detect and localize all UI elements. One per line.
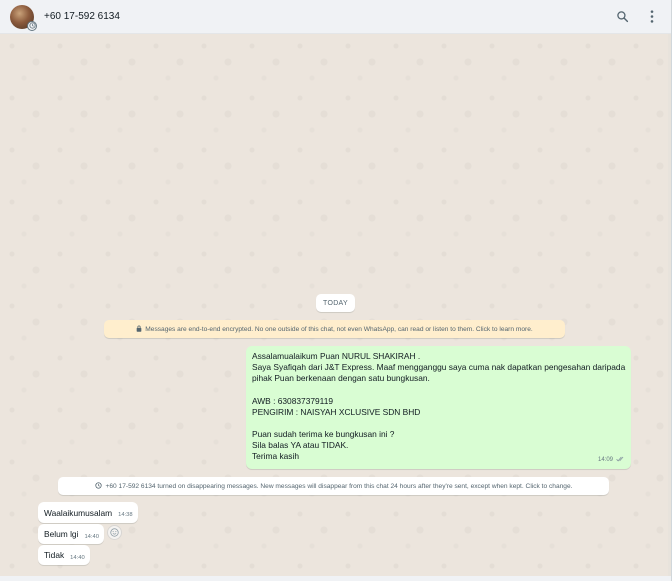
message-line	[252, 418, 625, 429]
double-check-icon	[616, 455, 625, 466]
message-text: Waalaikumusalam	[44, 507, 113, 518]
disappearing-notice-text: +60 17-592 6134 turned on disappearing m…	[105, 482, 573, 490]
message-text: Belum lgi	[44, 529, 79, 539]
message-line: PENGIRIM : NAISYAH XCLUSIVE SDN BHD	[252, 406, 421, 417]
lock-icon	[136, 325, 142, 334]
scrollbar[interactable]	[668, 34, 671, 581]
search-icon[interactable]	[614, 9, 630, 25]
disappearing-timer-icon	[94, 481, 102, 491]
outgoing-message[interactable]: Assalamualaikum Puan NURUL SHAKIRAH . Sa…	[246, 346, 631, 469]
avatar[interactable]	[10, 4, 37, 31]
header-actions	[614, 9, 660, 25]
message-line	[252, 385, 625, 396]
message-line: pihak Puan berkenaan dengan satu bungkus…	[252, 373, 430, 384]
message-line: Sila balas YA atau TIDAK.	[252, 440, 349, 451]
incoming-message[interactable]: Waalaikumusalam 14:38	[38, 502, 138, 523]
incoming-message[interactable]: Tidak 14:40	[38, 545, 90, 565]
message-line: Assalamualaikum Puan NURUL SHAKIRAH .	[252, 351, 421, 361]
more-vertical-icon[interactable]	[644, 9, 660, 25]
whatsapp-chat-window: +60 17-592 6134 TODAY Messages are end-t…	[0, 0, 672, 581]
message-line: Terima kasih	[252, 451, 300, 462]
message-time: 14:38	[118, 512, 133, 518]
message-meta: 14:09	[598, 455, 625, 466]
contact-name[interactable]: +60 17-592 6134	[44, 11, 614, 22]
date-divider: TODAY	[316, 294, 355, 312]
message-text: Tidak	[44, 550, 65, 560]
message-time: 14:40	[70, 554, 85, 561]
incoming-message[interactable]: Belum lgi 14:40	[38, 524, 104, 544]
message-line: Saya Syafiqah dari J&T Express. Maaf men…	[252, 362, 626, 373]
message-line: Puan sudah terima ke bungkusan ini ?	[252, 429, 395, 440]
chat-header[interactable]: +60 17-592 6134	[0, 0, 671, 34]
emoji-reaction-icon[interactable]	[107, 525, 122, 540]
disappearing-timer-icon	[27, 20, 37, 31]
message-time: 14:09	[597, 456, 613, 463]
encryption-notice-text: Messages are end-to-end encrypted. No on…	[145, 325, 533, 333]
message-line: AWB : 630837379119	[252, 395, 334, 406]
encryption-notice[interactable]: Messages are end-to-end encrypted. No on…	[104, 320, 565, 338]
message-time: 14:40	[84, 533, 99, 540]
disappearing-messages-notice[interactable]: +60 17-592 6134 turned on disappearing m…	[58, 477, 609, 495]
composer-edge	[0, 576, 671, 581]
